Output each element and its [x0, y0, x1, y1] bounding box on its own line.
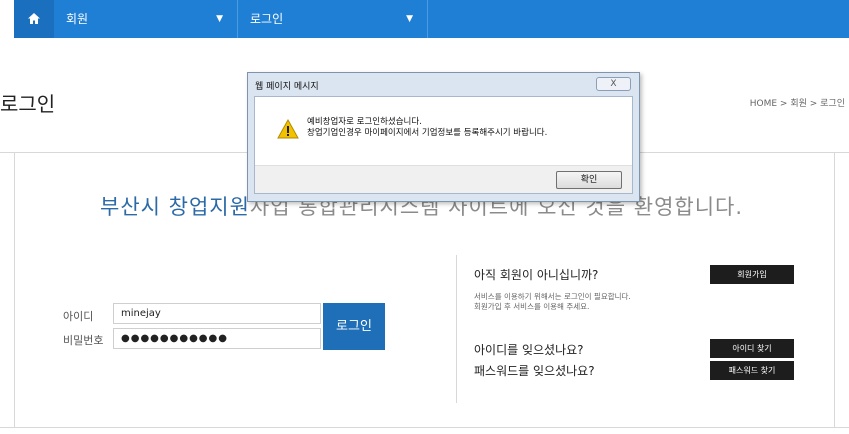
signup-button[interactable]: 회원가입	[710, 265, 794, 284]
forgot-password-text: 패스워드를 잊으셨나요?	[474, 364, 595, 378]
web-page-message-dialog: 웹 페이지 메시지 X 예비창업자로 로그인하셨습니다. 창업기업인경우 마이페…	[247, 72, 640, 202]
content-bottom-border	[0, 427, 849, 428]
welcome-tail: 환영합니다.	[633, 195, 744, 219]
dialog-close-button[interactable]: X	[596, 77, 631, 91]
not-member-text: 아직 회원이 아니십니까?	[474, 268, 599, 282]
find-password-button[interactable]: 패스워드 찾기	[710, 361, 794, 380]
nav-menu-member[interactable]: 회원 ▼	[54, 0, 237, 38]
welcome-visible: 부산시 창업지원	[100, 195, 250, 219]
warning-icon	[277, 119, 299, 139]
forgot-id-text: 아이디를 잊으셨나요?	[474, 343, 584, 357]
nav-menu-member-label: 회원	[66, 12, 89, 26]
password-label: 비밀번호	[63, 334, 104, 347]
nav-divider	[427, 0, 428, 38]
top-nav: 회원 ▼ 로그인 ▼	[14, 0, 849, 38]
breadcrumb: HOME > 회원 > 로그인	[749, 99, 845, 109]
section-divider	[456, 255, 457, 403]
dialog-message: 예비창업자로 로그인하셨습니다. 창업기업인경우 마이페이지에서 기업정보를 등…	[307, 117, 547, 139]
login-note: 서비스를 이용하기 위해서는 로그인이 필요합니다. 회원가입 후 서비스를 이…	[474, 292, 631, 312]
find-id-button[interactable]: 아이디 찾기	[710, 339, 794, 358]
dialog-body: 예비창업자로 로그인하셨습니다. 창업기업인경우 마이페이지에서 기업정보를 등…	[254, 96, 633, 194]
login-note-line1: 서비스를 이용하기 위해서는 로그인이 필요합니다.	[474, 292, 631, 301]
id-label: 아이디	[63, 310, 94, 323]
home-icon	[28, 13, 40, 24]
content-left-border	[14, 153, 15, 427]
dialog-footer: 확인	[255, 165, 632, 193]
chevron-down-icon: ▼	[216, 14, 223, 24]
dialog-message-line1: 예비창업자로 로그인하셨습니다.	[307, 117, 422, 127]
home-button[interactable]	[14, 0, 54, 38]
login-button[interactable]: 로그인	[323, 303, 385, 350]
content-right-border	[834, 153, 835, 427]
close-icon: X	[610, 79, 617, 89]
nav-menu-login-label: 로그인	[250, 12, 284, 26]
page-title: 로그인	[0, 92, 56, 116]
dialog-ok-button[interactable]: 확인	[556, 171, 622, 189]
password-input[interactable]: ●●●●●●●●●●●	[113, 328, 321, 349]
chevron-down-icon: ▼	[406, 14, 413, 24]
dialog-message-line2: 창업기업인경우 마이페이지에서 기업정보를 등록해주시기 바랍니다.	[307, 128, 548, 138]
nav-menu-login[interactable]: 로그인 ▼	[238, 0, 427, 38]
login-note-line2: 회원가입 후 서비스를 이용해 주세요.	[474, 302, 590, 311]
dialog-title: 웹 페이지 메시지	[255, 82, 319, 92]
id-input[interactable]: minejay	[113, 303, 321, 324]
